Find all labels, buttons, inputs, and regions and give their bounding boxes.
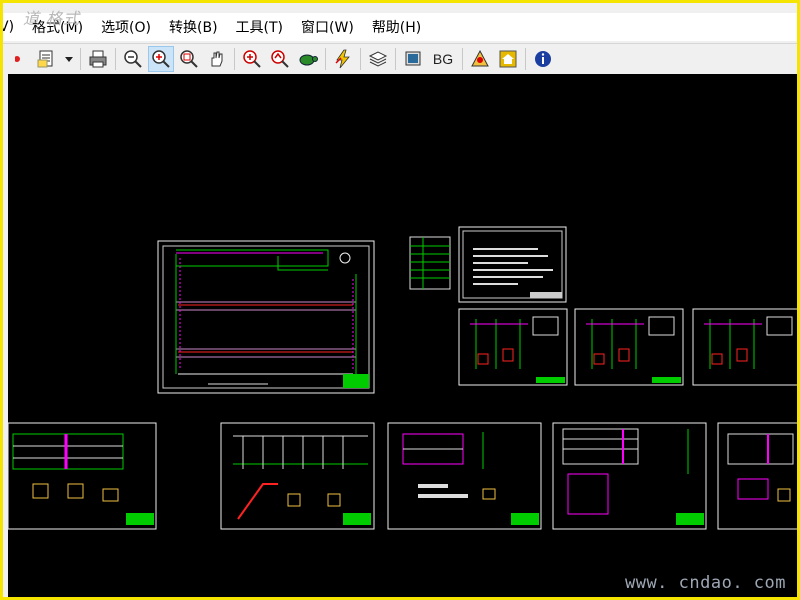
dropdown-arrow-icon[interactable]	[62, 46, 76, 72]
separator	[360, 47, 361, 70]
red-dot-icon[interactable]	[6, 46, 32, 72]
drawing-sheet-detail-3	[692, 308, 797, 386]
turtle-icon[interactable]	[295, 46, 321, 72]
cad-drawing	[8, 226, 797, 530]
drawing-sheet-table	[409, 236, 451, 290]
separator	[395, 47, 396, 70]
drawing-sheet-notes	[458, 226, 567, 303]
separator	[234, 47, 235, 70]
drawing-sheet-bottom-2	[220, 422, 375, 530]
drawing-sheet-detail-1	[458, 308, 568, 386]
menu-convert[interactable]: 转换(B)	[160, 17, 227, 37]
print-icon[interactable]	[85, 46, 111, 72]
zoom-realtime-icon[interactable]	[239, 46, 265, 72]
drawing-sheet-bottom-5	[717, 422, 797, 530]
bg-label: BG	[432, 50, 454, 67]
lightning-icon[interactable]	[330, 46, 356, 72]
bg-text[interactable]: BG	[428, 46, 458, 72]
separator	[115, 47, 116, 70]
watermark-bottom: www. cndao. com	[624, 573, 786, 593]
toolbar: BG	[3, 43, 797, 73]
drawing-sheet-bottom-3	[387, 422, 542, 530]
open-file-icon[interactable]	[34, 46, 60, 72]
menu-view[interactable]: V)	[3, 19, 23, 35]
layers-icon[interactable]	[365, 46, 391, 72]
menu-bar: V) 格式(M) 选项(O) 转换(B) 工具(T) 窗口(W) 帮助(H)	[3, 13, 797, 41]
zoom-out-icon[interactable]	[120, 46, 146, 72]
zoom-window-icon[interactable]	[176, 46, 202, 72]
menu-options[interactable]: 选项(O)	[92, 17, 160, 37]
separator	[525, 47, 526, 70]
home-icon[interactable]	[495, 46, 521, 72]
drawing-sheet-bottom-4	[552, 422, 707, 530]
display-icon[interactable]	[400, 46, 426, 72]
drawing-canvas[interactable]: www. cndao. com	[8, 74, 797, 597]
menu-help[interactable]: 帮助(H)	[363, 17, 430, 37]
zoom-in-icon[interactable]	[148, 45, 174, 72]
drawing-sheet-plan	[157, 240, 375, 394]
measure-icon[interactable]	[467, 46, 493, 72]
drawing-sheet-detail-2	[574, 308, 684, 386]
pan-hand-icon[interactable]	[204, 46, 230, 72]
watermark-top: 道 格式	[23, 9, 81, 28]
menu-tools[interactable]: 工具(T)	[227, 17, 292, 37]
menu-window[interactable]: 窗口(W)	[292, 17, 363, 37]
zoom-previous-icon[interactable]	[267, 46, 293, 72]
info-icon[interactable]	[530, 46, 556, 72]
separator	[462, 47, 463, 70]
separator	[325, 47, 326, 70]
drawing-sheet-bottom-1	[8, 422, 157, 530]
window-frame: V) 格式(M) 选项(O) 转换(B) 工具(T) 窗口(W) 帮助(H) 道…	[0, 0, 800, 600]
separator	[80, 47, 81, 70]
